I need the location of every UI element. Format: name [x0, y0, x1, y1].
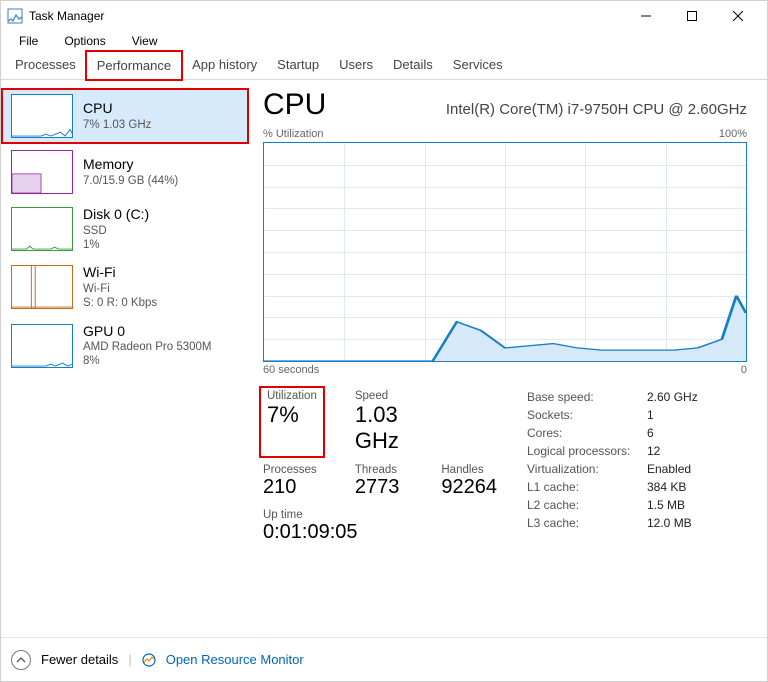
titlebar: Task Manager [1, 1, 767, 31]
app-icon [7, 8, 23, 24]
cpu-utilization-chart [263, 142, 747, 362]
stat-threads: Threads 2773 [355, 464, 408, 499]
tab-app-history[interactable]: App history [182, 51, 267, 79]
cpu-info-table: Base speed:2.60 GHz Sockets:1 Cores:6 Lo… [527, 390, 747, 544]
sidebar-item-gpu[interactable]: GPU 0 AMD Radeon Pro 5300M 8% [1, 317, 249, 375]
fewer-details-toggle[interactable] [11, 650, 31, 670]
tab-processes[interactable]: Processes [5, 51, 86, 79]
perf-main: CPU Intel(R) Core(TM) i7-9750H CPU @ 2.6… [249, 80, 767, 637]
menu-file[interactable]: File [7, 32, 50, 50]
sidebar-disk-sub2: 1% [83, 238, 149, 252]
stat-speed: Speed 1.03 GHz [355, 390, 408, 454]
sidebar-wifi-title: Wi-Fi [83, 264, 157, 282]
sidebar-cpu-sub: 7% 1.03 GHz [83, 118, 151, 132]
sidebar-item-cpu[interactable]: CPU 7% 1.03 GHz [1, 88, 249, 144]
minimize-button[interactable] [623, 1, 669, 31]
stat-processes: Processes 210 [263, 464, 321, 499]
menu-options[interactable]: Options [52, 32, 117, 50]
cpu-name: Intel(R) Core(TM) i7-9750H CPU @ 2.60GHz [446, 101, 747, 118]
sidebar-item-disk[interactable]: Disk 0 (C:) SSD 1% [1, 200, 249, 258]
close-button[interactable] [715, 1, 761, 31]
tabs-row: Processes Performance App history Startu… [1, 51, 767, 80]
menu-view[interactable]: View [120, 32, 170, 50]
open-resource-monitor-link[interactable]: Open Resource Monitor [166, 652, 304, 667]
wifi-thumb-icon [11, 265, 73, 309]
gpu-thumb-icon [11, 324, 73, 368]
cpu-thumb-icon [11, 94, 73, 138]
sidebar-item-wifi[interactable]: Wi-Fi Wi-Fi S: 0 R: 0 Kbps [1, 258, 249, 316]
sidebar-disk-sub: SSD [83, 224, 149, 238]
separator: | [128, 652, 131, 667]
sidebar-memory-sub: 7.0/15.9 GB (44%) [83, 174, 178, 188]
task-manager-window: Task Manager File Options View Processes… [0, 0, 768, 682]
sidebar-cpu-title: CPU [83, 100, 151, 118]
tab-performance[interactable]: Performance [86, 51, 182, 80]
chart-xmax: 0 [741, 364, 747, 376]
chart-ymax: 100% [719, 128, 747, 140]
fewer-details-label[interactable]: Fewer details [41, 652, 118, 667]
sidebar-gpu-sub: AMD Radeon Pro 5300M [83, 340, 211, 354]
chart-ylabel: % Utilization [263, 128, 324, 140]
perf-sidebar: CPU 7% 1.03 GHz Memory 7.0/15.9 GB (44%) [1, 80, 249, 637]
page-title: CPU [263, 88, 326, 122]
sidebar-wifi-sub: Wi-Fi [83, 282, 157, 296]
window-title: Task Manager [29, 9, 623, 23]
chart-xmin: 60 seconds [263, 364, 319, 376]
chevron-up-icon [16, 655, 26, 665]
sidebar-disk-title: Disk 0 (C:) [83, 206, 149, 224]
stat-uptime: Up time 0:01:09:05 [263, 509, 497, 544]
disk-thumb-icon [11, 207, 73, 251]
tab-details[interactable]: Details [383, 51, 443, 79]
resource-monitor-icon [142, 653, 156, 667]
tab-users[interactable]: Users [329, 51, 383, 79]
stat-handles: Handles 92264 [441, 464, 497, 499]
memory-thumb-icon [11, 150, 73, 194]
tab-startup[interactable]: Startup [267, 51, 329, 79]
sidebar-gpu-sub2: 8% [83, 354, 211, 368]
sidebar-item-memory[interactable]: Memory 7.0/15.9 GB (44%) [1, 144, 249, 200]
stat-utilization: Utilization 7% [263, 390, 321, 454]
sidebar-wifi-sub2: S: 0 R: 0 Kbps [83, 296, 157, 310]
footer: Fewer details | Open Resource Monitor [1, 637, 767, 681]
tab-services[interactable]: Services [443, 51, 513, 79]
sidebar-gpu-title: GPU 0 [83, 323, 211, 341]
sidebar-memory-title: Memory [83, 156, 178, 174]
maximize-button[interactable] [669, 1, 715, 31]
menubar: File Options View [1, 31, 767, 51]
